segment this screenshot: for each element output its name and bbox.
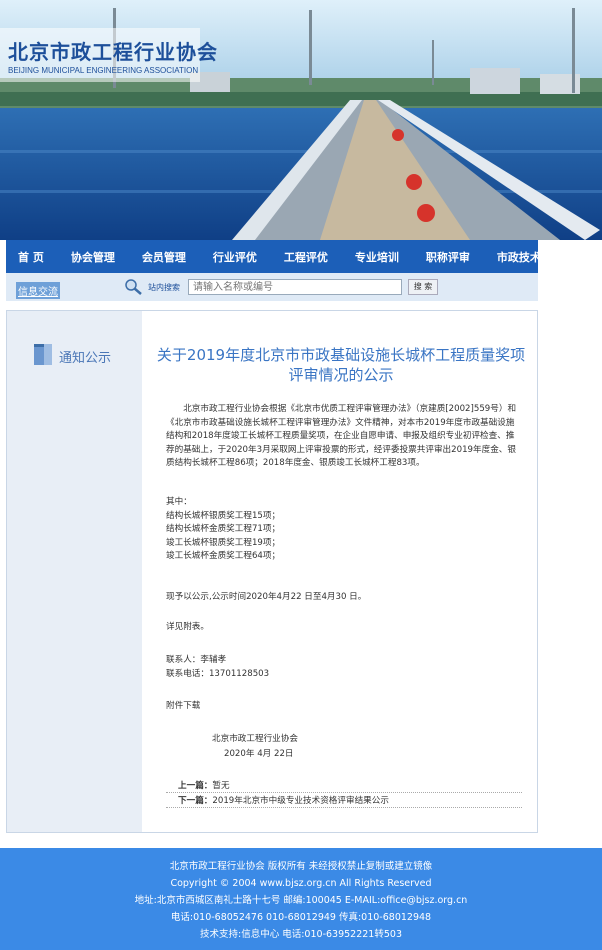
divider bbox=[166, 792, 522, 793]
footer-copyright-en: Copyright © 2004 www.bjsz.org.cn All Rig… bbox=[170, 878, 432, 889]
list-item: 结构长城杯金质奖工程71项； bbox=[166, 524, 281, 534]
search-input[interactable] bbox=[188, 279, 402, 295]
org-logo-name-en: BEIJING MUNICIPAL ENGINEERING ASSOCIATIO… bbox=[8, 66, 199, 75]
search-bar: 信息交流 站内搜索 搜 索 bbox=[6, 273, 538, 301]
search-button[interactable]: 搜 索 bbox=[408, 279, 438, 295]
announce-text: 现予以公示,公示时间2020年4月22 日至4月30 日。 bbox=[166, 592, 367, 602]
signature-date: 2020年 4月 22日 bbox=[224, 749, 294, 759]
notice-icon bbox=[31, 341, 55, 371]
article-intro: 北京市政工程行业协会根据《北京市优质工程评审管理办法》（京建质[2002]559… bbox=[166, 404, 517, 468]
header-banner: 北京市政工程行业协会 BEIJING MUNICIPAL ENGINEERING… bbox=[0, 0, 602, 240]
prev-article-link[interactable]: 暂无 bbox=[212, 781, 229, 791]
magnifier-icon bbox=[124, 279, 144, 299]
nav-item-member-management[interactable]: 会员管理 bbox=[142, 249, 186, 265]
footer-copyright-cn: 北京市政工程行业协会 版权所有 未经授权禁止复制或建立镜像 bbox=[169, 861, 433, 872]
next-article-link[interactable]: 2019年北京市中级专业技术资格评审结果公示 bbox=[212, 796, 389, 806]
next-article: 下一篇：2019年北京市中级专业技术资格评审结果公示 bbox=[178, 794, 389, 806]
prev-label: 上一篇： bbox=[178, 781, 213, 791]
search-label: 站内搜索 bbox=[148, 283, 180, 292]
nav-item-municipal-tech[interactable]: 市政技术 bbox=[497, 249, 541, 265]
sidebar-section-title: 通知公示 bbox=[59, 350, 112, 366]
footer-phone: 电话:010-68052476 010-68012949 传真:010-6801… bbox=[170, 912, 432, 923]
sidebar-section-header: 通知公示 bbox=[31, 341, 111, 371]
nav-item-industry-awards[interactable]: 行业评优 bbox=[213, 249, 257, 265]
divider bbox=[166, 807, 522, 808]
footer: 北京市政工程行业协会 版权所有 未经授权禁止复制或建立镜像 Copyright … bbox=[0, 848, 602, 950]
see-attachment-text: 详见附表。 bbox=[166, 622, 209, 632]
nav-item-home[interactable]: 首 页 bbox=[18, 249, 44, 265]
list-item: 竣工长城杯银质奖工程19项； bbox=[166, 537, 281, 548]
org-logo-name: 北京市政工程行业协会 bbox=[8, 40, 218, 64]
sidebar: 通知公示 bbox=[7, 311, 142, 832]
article-list: 其中： 结构长城杯银质奖工程15项； 结构长城杯金质奖工程71项； 竣工长城杯银… bbox=[166, 496, 522, 564]
nav-item-project-awards[interactable]: 工程评优 bbox=[284, 249, 328, 265]
list-item: 竣工长城杯金质奖工程64项； bbox=[166, 551, 281, 561]
list-head: 其中： bbox=[166, 497, 192, 507]
article-title: 关于2019年度北京市市政基础设施长城杯工程质量奖项评审情况的公示 bbox=[156, 346, 526, 384]
prev-article: 上一篇：暂无 bbox=[178, 779, 230, 791]
footer-tech-support: 技术支持:信息中心 电话:010-63952221转503 bbox=[200, 929, 402, 940]
content-frame: 通知公示 关于2019年度北京市市政基础设施长城杯工程质量奖项评审情况的公示 北… bbox=[6, 310, 538, 833]
signature-org: 北京市政工程行业协会 bbox=[212, 734, 298, 744]
info-exchange-link[interactable]: 信息交流 bbox=[16, 282, 60, 299]
contact-block: 联系人：李辅孝 联系电话：13701128503 bbox=[166, 654, 522, 681]
article: 关于2019年度北京市市政基础设施长城杯工程质量奖项评审情况的公示 北京市政工程… bbox=[142, 311, 537, 832]
attachment-download-link[interactable]: 附件下载 bbox=[166, 700, 522, 714]
contact-person: 联系人：李辅孝 bbox=[166, 655, 227, 665]
contact-phone: 联系电话：13701128503 bbox=[166, 668, 270, 679]
list-item: 结构长城杯银质奖工程15项； bbox=[166, 510, 281, 521]
footer-address: 地址:北京市西城区南礼士路十七号 邮编:100045 E-MAIL:office… bbox=[134, 895, 468, 906]
nav-item-title-review[interactable]: 职称评审 bbox=[426, 249, 470, 265]
nav-item-association-management[interactable]: 协会管理 bbox=[71, 249, 115, 265]
nav-item-training[interactable]: 专业培训 bbox=[355, 249, 399, 265]
main-nav: 首 页 协会管理 会员管理 行业评优 工程评优 专业培训 职称评审 市政技术 bbox=[6, 240, 541, 273]
next-label: 下一篇： bbox=[178, 796, 213, 806]
